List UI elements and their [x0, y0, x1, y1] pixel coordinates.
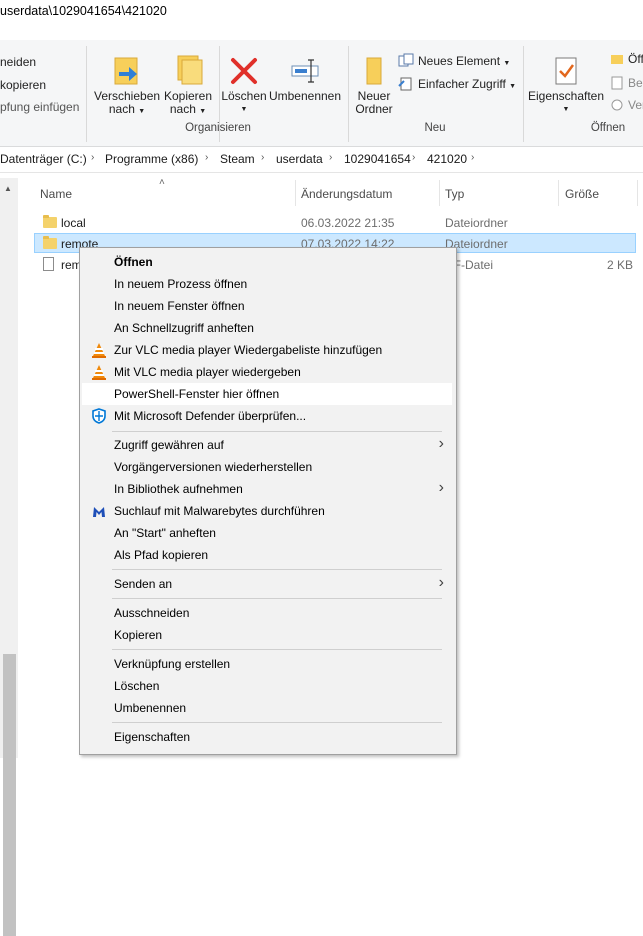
malwarebytes-icon	[93, 507, 105, 517]
easy-access-icon	[398, 77, 412, 91]
chevron-right-icon: ›	[261, 152, 265, 163]
column-header-size[interactable]: Größe	[565, 187, 599, 201]
delete-x-icon	[231, 58, 257, 84]
menu-item-give-access[interactable]: Zugriff gewähren auf ›	[82, 434, 452, 456]
menu-separator	[112, 722, 442, 723]
menu-item-copy[interactable]: Kopieren	[82, 624, 452, 646]
menu-item-delete[interactable]: Löschen	[82, 675, 452, 697]
menu-item-properties[interactable]: Eigenschaften	[82, 726, 452, 748]
menu-item-cut[interactable]: Ausschneiden	[82, 602, 452, 624]
column-divider[interactable]	[637, 180, 638, 206]
file-icon	[43, 257, 54, 271]
vlc-icon	[92, 343, 106, 358]
breadcrumb-steam[interactable]: Steam	[220, 152, 255, 166]
menu-item-open-new-window[interactable]: In neuem Fenster öffnen	[82, 295, 452, 317]
title-bar: userdata\1029041654\421020	[0, 0, 643, 40]
context-menu: Öffnen In neuem Prozess öffnen In neuem …	[79, 247, 457, 755]
menu-item-vlc-play[interactable]: Mit VLC media player wiedergeben	[82, 361, 452, 383]
delete-button[interactable]: Löschen ▼	[220, 46, 268, 116]
new-folder-button[interactable]: Neuer Ordner	[352, 46, 396, 116]
edit-icon	[611, 76, 623, 90]
menu-item-create-shortcut[interactable]: Verknüpfung erstellen	[82, 653, 452, 675]
menu-item-powershell[interactable]: PowerShell-Fenster hier öffnen	[82, 383, 452, 405]
menu-item-send-to[interactable]: Senden an ›	[82, 573, 452, 595]
chevron-right-icon: ›	[438, 435, 444, 452]
menu-item-pin-quick-access[interactable]: An Schnellzugriff anheften	[82, 317, 452, 339]
file-date: 06.03.2022 21:35	[301, 216, 395, 230]
menu-separator	[112, 598, 442, 599]
ribbon-divider	[523, 46, 524, 142]
ribbon-item-partial-3[interactable]: pfung einfügen	[0, 100, 79, 114]
menu-item-pin-start[interactable]: An "Start" anheften	[82, 522, 452, 544]
move-to-button[interactable]: Verschieben nach ▼	[94, 46, 160, 118]
column-divider[interactable]	[439, 180, 440, 206]
chevron-right-icon: ›	[205, 152, 209, 163]
ribbon: neiden kopieren pfung einfügen Verschieb…	[0, 40, 643, 147]
copy-to-button[interactable]: Kopieren nach ▼	[160, 46, 216, 118]
defender-icon	[92, 408, 106, 424]
window-title: userdata\1029041654\421020	[0, 4, 167, 18]
menu-item-copy-path[interactable]: Als Pfad kopieren	[82, 544, 452, 566]
menu-item-malwarebytes-scan[interactable]: Suchlauf mit Malwarebytes durchführen	[82, 500, 452, 522]
file-size: 2 KB	[607, 258, 634, 272]
column-header-date[interactable]: Änderungsdatum	[301, 187, 392, 201]
breadcrumb[interactable]: Datenträger (C:) › Programme (x86) › Ste…	[0, 147, 643, 173]
chevron-right-icon: ›	[91, 152, 95, 163]
properties-button[interactable]: Eigenschaften ▼	[527, 46, 605, 116]
group-label-organize: Organisieren	[185, 122, 251, 134]
nav-pane-scrollbar[interactable]: ▲	[0, 178, 18, 936]
history-icon	[611, 99, 623, 111]
ribbon-item-partial-1[interactable]: neiden	[0, 55, 36, 69]
rename-button[interactable]: Umbenennen	[268, 46, 342, 103]
list-item[interactable]: local 06.03.2022 21:35 Dateiordner	[34, 212, 636, 232]
column-divider[interactable]	[558, 180, 559, 206]
scrollbar-thumb[interactable]	[3, 654, 16, 936]
move-to-icon	[114, 57, 138, 85]
menu-item-defender-scan[interactable]: Mit Microsoft Defender überprüfen...	[82, 405, 452, 427]
breadcrumb-userdata[interactable]: userdata	[276, 152, 323, 166]
breadcrumb-user-id[interactable]: 1029041654	[344, 152, 411, 166]
file-type: Dateiordner	[445, 216, 508, 230]
rename-icon	[291, 59, 319, 83]
chevron-right-icon: ›	[329, 152, 333, 163]
ribbon-divider	[86, 46, 87, 142]
chevron-right-icon: ›	[412, 152, 416, 163]
menu-separator	[112, 569, 442, 570]
menu-separator	[112, 431, 442, 432]
column-divider[interactable]	[295, 180, 296, 206]
group-label-new: Neu	[424, 122, 446, 134]
menu-item-rename[interactable]: Umbenennen	[82, 697, 452, 719]
menu-item-restore-versions[interactable]: Vorgängerversionen wiederherstellen	[82, 456, 452, 478]
menu-item-open-new-process[interactable]: In neuem Prozess öffnen	[82, 273, 452, 295]
scroll-up-icon[interactable]: ▲	[4, 184, 12, 193]
column-header-name[interactable]: Name	[40, 187, 72, 201]
chevron-right-icon: ›	[471, 152, 475, 163]
chevron-right-icon: ›	[438, 479, 444, 496]
vlc-icon	[92, 365, 106, 380]
breadcrumb-drive[interactable]: Datenträger (C:)	[0, 152, 87, 166]
menu-item-vlc-playlist[interactable]: Zur VLC media player Wiedergabeliste hin…	[82, 339, 452, 361]
properties-check-icon	[555, 57, 577, 85]
menu-separator	[112, 649, 442, 650]
column-header-type[interactable]: Typ	[445, 187, 464, 201]
breadcrumb-programs[interactable]: Programme (x86)	[105, 152, 198, 166]
menu-item-include-library[interactable]: In Bibliothek aufnehmen ›	[82, 478, 452, 500]
ribbon-item-partial-2[interactable]: kopieren	[0, 78, 46, 92]
sort-up-icon: ˄	[159, 177, 165, 188]
group-label-open: Öffnen	[590, 122, 626, 134]
new-folder-icon	[366, 57, 382, 85]
menu-item-open[interactable]: Öffnen	[82, 251, 452, 273]
file-name: local	[61, 216, 86, 230]
new-element-icon	[398, 53, 414, 67]
breadcrumb-app-id[interactable]: 421020	[427, 152, 467, 166]
ribbon-divider	[348, 46, 349, 142]
open-folder-icon	[611, 55, 623, 64]
chevron-right-icon: ›	[438, 574, 444, 591]
copy-to-icon	[177, 55, 203, 85]
folder-icon	[43, 236, 57, 249]
folder-icon	[43, 215, 57, 228]
